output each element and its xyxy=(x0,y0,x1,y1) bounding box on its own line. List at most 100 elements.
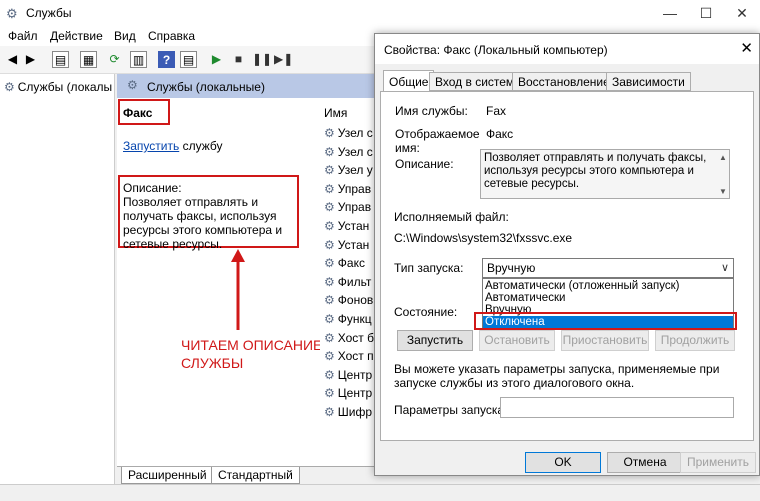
status-label: Состояние: xyxy=(394,305,458,319)
service-row-name: Фильт xyxy=(337,274,372,289)
service-row[interactable]: ⚙ Центр xyxy=(324,386,372,405)
dialog-title: Свойства: Факс (Локальный компьютер) xyxy=(384,43,608,57)
ok-button[interactable]: OK xyxy=(525,452,601,473)
gear-icon: ⚙ xyxy=(324,200,335,215)
resume-button[interactable]: Продолжить xyxy=(655,330,735,351)
start-service-link[interactable]: Запустить xyxy=(123,139,179,153)
exe-path-label: Исполняемый файл: xyxy=(394,210,509,224)
gear-icon: ⚙ xyxy=(324,293,335,308)
menu-help[interactable]: Справка xyxy=(148,29,195,43)
tree-item-services-local[interactable]: ⚙ Службы (локалы xyxy=(4,80,112,94)
menu-action[interactable]: Действие xyxy=(50,29,103,43)
service-title: Факс xyxy=(123,106,153,120)
service-row[interactable]: ⚙ Управ xyxy=(324,182,371,201)
apply-button[interactable]: Применить xyxy=(680,452,756,473)
service-row[interactable]: ⚙ Фонов xyxy=(324,293,373,312)
service-row[interactable]: ⚙ Управ xyxy=(324,200,371,219)
description-field[interactable]: Позволяет отправлять и получать факсы, и… xyxy=(480,149,730,199)
gear-icon: ⚙ xyxy=(4,80,15,94)
annotation-text-line1: ЧИТАЕМ ОПИСАНИЕ xyxy=(181,337,323,353)
gear-icon: ⚙ xyxy=(324,219,335,233)
scroll-down-icon[interactable]: ▼ xyxy=(717,185,729,197)
gear-icon: ⚙ xyxy=(324,386,335,401)
service-row[interactable]: ⚙ Функц xyxy=(324,312,372,331)
service-row[interactable]: ⚙ Устан xyxy=(324,219,369,238)
service-row[interactable]: ⚙ Фильт xyxy=(324,275,371,294)
service-row[interactable]: ⚙ Центр xyxy=(324,368,372,387)
menu-file[interactable]: Файл xyxy=(8,29,38,43)
service-row-name: Центр xyxy=(337,367,373,382)
refresh-icon[interactable]: ⟳ xyxy=(106,51,123,68)
service-row[interactable]: ⚙ Узел у xyxy=(324,163,373,182)
properties-icon[interactable]: ▦ xyxy=(80,51,97,68)
service-row-name: Узел с xyxy=(337,144,373,159)
minimize-button[interactable]: — xyxy=(652,0,688,26)
description-field-label: Описание: xyxy=(395,157,454,171)
pause-icon[interactable]: ❚❚ xyxy=(252,51,272,68)
option-auto[interactable]: Автоматически xyxy=(483,292,733,304)
service-row[interactable]: ⚙ Узел с xyxy=(324,145,373,164)
cancel-button[interactable]: Отмена xyxy=(607,452,683,473)
service-row[interactable]: ⚙ Хост б xyxy=(324,331,374,350)
service-row[interactable]: ⚙ Шифр xyxy=(324,405,372,424)
gear-icon: ⚙ xyxy=(324,126,335,140)
restart-icon[interactable]: ▶❚ xyxy=(274,51,293,68)
service-row[interactable]: ⚙ Узел с xyxy=(324,126,373,145)
disabled-option-highlight xyxy=(474,312,737,330)
forward-icon[interactable]: ▶ xyxy=(22,51,39,68)
gear-icon: ⚙ xyxy=(324,367,335,382)
services-gear-icon: ⚙ xyxy=(6,6,18,21)
stop-button[interactable]: Остановить xyxy=(479,330,555,351)
description-label: Описание: xyxy=(123,181,182,195)
pane-header: ⚙ Службы (локальные) xyxy=(117,74,387,98)
service-row-name: Хост б xyxy=(337,330,375,345)
startup-params-hint: Вы можете указать параметры запуска, при… xyxy=(394,362,720,390)
menu-view[interactable]: Вид xyxy=(114,29,136,43)
play-icon[interactable]: ▶ xyxy=(208,51,225,68)
pane-header-title: Службы (локальные) xyxy=(147,80,265,94)
tab-dependencies[interactable]: Зависимости xyxy=(606,72,691,91)
service-row-name: Узел у xyxy=(337,163,373,178)
export-list-icon[interactable]: ▥ xyxy=(130,51,147,68)
service-row-name: Управ xyxy=(337,181,372,196)
show-hide-icon[interactable]: ▤ xyxy=(180,51,197,68)
close-button[interactable]: ✕ xyxy=(724,0,760,26)
service-row[interactable]: ⚙ Устан xyxy=(324,238,369,257)
service-row-name: Устан xyxy=(337,219,370,233)
pause-button[interactable]: Приостановить xyxy=(561,330,649,351)
console-tree: ⚙ Службы (локалы xyxy=(0,74,115,484)
start-button[interactable]: Запустить xyxy=(397,330,473,351)
column-header-name[interactable]: Имя xyxy=(324,106,347,125)
tab-general[interactable]: Общие xyxy=(383,70,435,92)
help-icon[interactable]: ? xyxy=(158,51,175,68)
annotation-arrow-icon xyxy=(231,249,245,330)
gear-icon: ⚙ xyxy=(324,405,335,419)
dialog-title-bar: Свойства: Факс (Локальный компьютер) ✕ xyxy=(375,34,759,64)
gear-icon: ⚙ xyxy=(324,330,335,345)
service-row[interactable]: ⚙ Хост п xyxy=(324,349,374,368)
display-name-value: Факс xyxy=(486,127,514,141)
startup-params-input[interactable] xyxy=(500,397,734,418)
console-tree-icon[interactable]: ▤ xyxy=(52,51,69,68)
startup-type-label: Тип запуска: xyxy=(394,261,464,275)
service-row-name: Функц xyxy=(337,312,372,326)
gear-icon: ⚙ xyxy=(324,237,335,252)
service-row-name: Шифр xyxy=(337,405,373,419)
service-row-name: Факс xyxy=(337,256,365,271)
option-auto-delayed[interactable]: Автоматически (отложенный запуск) xyxy=(483,280,733,292)
maximize-button[interactable]: ☐ xyxy=(688,0,724,26)
dialog-close-button[interactable]: ✕ xyxy=(740,39,753,57)
scroll-up-icon[interactable]: ▲ xyxy=(717,151,729,163)
annotation-text-line2: СЛУЖБЫ xyxy=(181,355,244,371)
tab-extended[interactable]: Расширенный xyxy=(121,467,214,484)
display-name-label: Отображаемое имя: xyxy=(395,127,480,155)
tab-recovery[interactable]: Восстановление xyxy=(512,72,616,91)
service-row-name: Центр xyxy=(337,386,373,401)
back-icon[interactable]: ◀ xyxy=(4,51,21,68)
gear-icon: ⚙ xyxy=(324,163,335,178)
startup-type-select[interactable]: Вручную ∨ xyxy=(482,258,734,278)
service-row[interactable]: ⚙ Факс xyxy=(324,256,365,275)
tab-standard[interactable]: Стандартный xyxy=(211,467,300,484)
properties-dialog: Свойства: Факс (Локальный компьютер) ✕ О… xyxy=(374,33,760,476)
stop-icon[interactable]: ■ xyxy=(230,51,247,68)
